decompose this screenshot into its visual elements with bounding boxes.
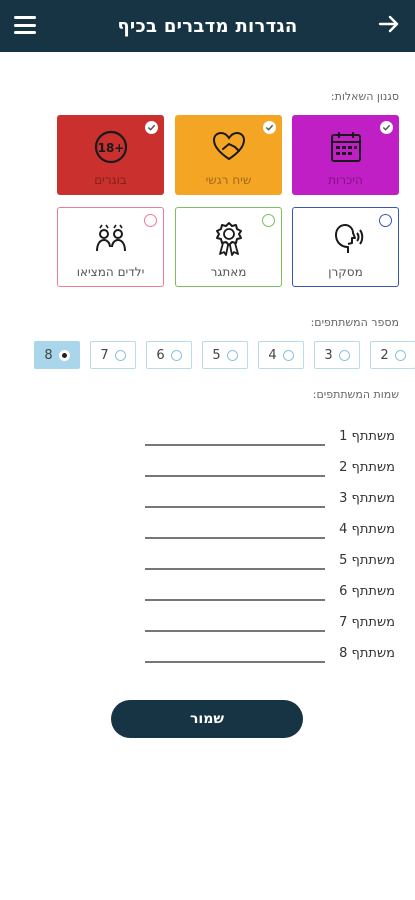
participant-name-input-5[interactable] (145, 550, 325, 570)
count-option-label: 7 (100, 347, 109, 363)
checkmark-icon (145, 121, 158, 134)
award-ribbon-icon (215, 222, 242, 256)
count-option-3[interactable]: 3 (314, 341, 360, 369)
page-title: הגדרות מדברים בכיף (117, 15, 298, 37)
style-card-intriguing[interactable]: מסקרן (292, 207, 399, 287)
listening-head-icon (334, 224, 363, 253)
count-option-label: 8 (44, 347, 53, 363)
count-option-label: 3 (324, 347, 333, 363)
style-card-label: מסקרן (328, 265, 363, 279)
count-option-7[interactable]: 7 (90, 341, 136, 369)
checkmark-icon (263, 121, 276, 134)
radio-icon (338, 349, 350, 361)
participant-count-radio-group: 2 3 4 5 6 7 8 (34, 341, 415, 369)
count-option-label: 6 (156, 347, 165, 363)
svg-text:18+: 18+ (97, 141, 124, 155)
participant-row-3: משתתף 3 (135, 488, 395, 508)
style-card-label: היכרות (328, 173, 363, 187)
radio-icon-selected (58, 349, 70, 361)
count-section-label: מספר המשתתפים: (310, 316, 399, 329)
participant-label: משתתף 4 (339, 521, 395, 537)
participant-row-7: משתתף 7 (135, 612, 395, 632)
arrow-right-icon[interactable] (377, 12, 401, 36)
participant-label: משתתף 6 (339, 583, 395, 599)
checkmark-icon (380, 121, 393, 134)
style-card-adults[interactable]: 18+ בוגרים (57, 115, 164, 195)
participant-label: משתתף 3 (339, 490, 395, 506)
participant-row-6: משתתף 6 (135, 581, 395, 601)
count-option-label: 5 (212, 347, 221, 363)
participant-label: משתתף 1 (339, 428, 395, 444)
save-button[interactable]: שמור (111, 700, 303, 738)
style-card-label: בוגרים (94, 173, 127, 187)
count-option-label: 4 (268, 347, 277, 363)
names-section-label: שמות המשתתפים: (312, 388, 399, 401)
count-option-2[interactable]: 2 (370, 341, 415, 369)
radio-icon (282, 349, 294, 361)
radio-circle-icon (144, 214, 157, 227)
style-card-challenging[interactable]: מאתגר (175, 207, 282, 287)
heart-hand-icon (212, 131, 245, 161)
count-option-8[interactable]: 8 (34, 341, 80, 369)
participant-name-input-6[interactable] (145, 581, 325, 601)
count-option-6[interactable]: 6 (146, 341, 192, 369)
participant-label: משתתף 2 (339, 459, 395, 475)
kids-group-icon (95, 224, 126, 252)
participant-name-input-7[interactable] (145, 612, 325, 632)
participant-name-input-3[interactable] (145, 488, 325, 508)
participant-row-8: משתתף 8 (135, 643, 395, 663)
radio-icon (170, 349, 182, 361)
participant-name-input-8[interactable] (145, 643, 325, 663)
hamburger-menu-icon[interactable] (14, 14, 36, 36)
style-card-emotional[interactable]: שיח רגשי (175, 115, 282, 195)
calendar-icon (330, 132, 361, 162)
style-card-acquaintance[interactable]: היכרות (292, 115, 399, 195)
radio-icon (114, 349, 126, 361)
style-card-label: ילדים המציאו (76, 265, 145, 279)
participant-label: משתתף 8 (339, 645, 395, 661)
styles-section-label: סגנון השאלות: (330, 90, 399, 103)
style-card-kids-invented[interactable]: ילדים המציאו (57, 207, 164, 287)
participant-name-input-4[interactable] (145, 519, 325, 539)
radio-circle-icon (379, 214, 392, 227)
participant-name-input-1[interactable] (145, 426, 325, 446)
settings-screen: הגדרות מדברים בכיף סגנון השאלות: היכרות (0, 0, 415, 900)
count-option-4[interactable]: 4 (258, 341, 304, 369)
participant-row-1: משתתף 1 (135, 426, 395, 446)
participant-label: משתתף 5 (339, 552, 395, 568)
style-card-label: שיח רגשי (205, 173, 252, 187)
participant-row-5: משתתף 5 (135, 550, 395, 570)
count-option-label: 2 (380, 347, 389, 363)
radio-icon (394, 349, 406, 361)
radio-circle-icon (262, 214, 275, 227)
style-card-label: מאתגר (210, 265, 247, 279)
participant-row-4: משתתף 4 (135, 519, 395, 539)
radio-icon (226, 349, 238, 361)
participant-name-input-2[interactable] (145, 457, 325, 477)
app-header: הגדרות מדברים בכיף (0, 0, 415, 52)
participant-label: משתתף 7 (339, 614, 395, 630)
age-18-icon: 18+ (94, 130, 127, 164)
participant-row-2: משתתף 2 (135, 457, 395, 477)
count-option-5[interactable]: 5 (202, 341, 248, 369)
